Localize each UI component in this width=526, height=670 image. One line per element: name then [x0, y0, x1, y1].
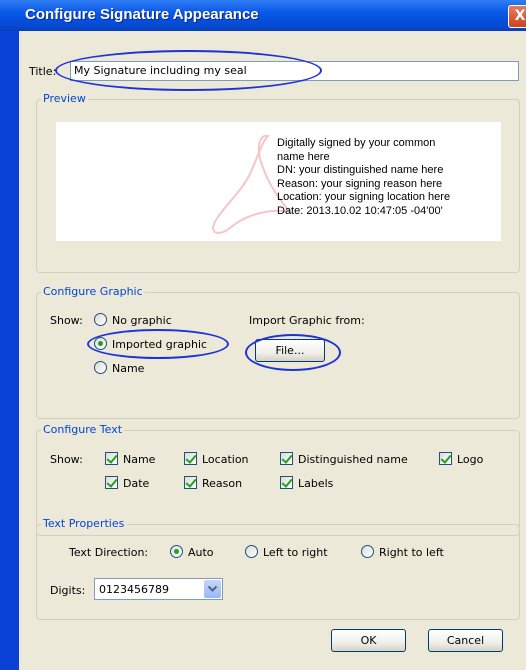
text-properties-group	[36, 524, 520, 620]
cancel-button[interactable]: Cancel	[428, 629, 503, 652]
digits-dropdown-button[interactable]	[204, 580, 221, 598]
preview-line: Location: your signing location here	[277, 191, 451, 204]
text-show-label: Show:	[50, 453, 83, 466]
checkbox-distinguished-name[interactable]	[280, 452, 293, 465]
digits-select[interactable]: 0123456789	[94, 578, 223, 600]
text-properties-legend: Text Properties	[41, 517, 127, 530]
preview-legend: Preview	[41, 92, 88, 105]
import-graphic-label: Import Graphic from:	[249, 314, 365, 327]
graphic-show-label: Show:	[50, 314, 83, 327]
radio-left-to-right-label[interactable]: Left to right	[263, 546, 328, 559]
annotation-ellipse-imported	[87, 329, 229, 359]
title-bar[interactable]: Configure Signature Appearance X	[0, 0, 526, 31]
dialog-body: Title: My Signature including my seal Pr…	[19, 31, 526, 670]
chevron-down-icon	[208, 586, 217, 592]
checkbox-name[interactable]	[105, 452, 118, 465]
radio-direction-auto[interactable]	[170, 545, 183, 558]
checkbox-date-label[interactable]: Date	[123, 477, 149, 490]
preview-text-block: Digitally signed by your common name her…	[277, 137, 450, 219]
checkbox-name-label[interactable]: Name	[123, 453, 155, 466]
close-icon: X	[514, 8, 526, 24]
radio-left-to-right[interactable]	[245, 545, 258, 558]
digits-label: Digits:	[50, 584, 86, 597]
checkbox-date[interactable]	[105, 476, 118, 489]
radio-no-graphic-label[interactable]: No graphic	[112, 314, 172, 327]
checkbox-logo[interactable]	[439, 452, 452, 465]
checkbox-labels-label[interactable]: Labels	[298, 477, 333, 490]
preview-line: Digitally signed by your common	[277, 137, 436, 149]
preview-line: DN: your distinguished name here	[277, 164, 444, 177]
preview-line: Reason: your signing reason here	[277, 177, 443, 190]
checkbox-location-label[interactable]: Location	[202, 453, 249, 466]
checkbox-reason-label[interactable]: Reason	[202, 477, 242, 490]
configure-text-legend: Configure Text	[41, 423, 125, 436]
window-title: Configure Signature Appearance	[25, 6, 259, 23]
text-direction-label: Text Direction:	[69, 546, 149, 559]
ok-button-label: OK	[360, 634, 377, 647]
checkbox-labels[interactable]	[280, 476, 293, 489]
ok-button[interactable]: OK	[331, 629, 406, 652]
radio-name[interactable]	[94, 361, 107, 374]
radio-right-to-left[interactable]	[361, 545, 374, 558]
digits-select-value: 0123456789	[99, 583, 169, 596]
radio-no-graphic[interactable]	[94, 313, 107, 326]
annotation-ellipse-file	[245, 334, 341, 371]
radio-right-to-left-label[interactable]: Right to left	[379, 546, 444, 559]
cancel-button-label: Cancel	[446, 634, 485, 647]
preview-line: Date: 2013.10.02 10:47:05 -04'00'	[277, 204, 443, 217]
radio-direction-auto-label[interactable]: Auto	[188, 546, 214, 559]
signature-preview: Digitally signed by your common name her…	[56, 122, 501, 241]
radio-name-label[interactable]: Name	[112, 362, 144, 375]
title-label: Title:	[29, 65, 57, 78]
checkbox-reason[interactable]	[184, 476, 197, 489]
configure-graphic-legend: Configure Graphic	[41, 285, 145, 298]
checkbox-location[interactable]	[184, 452, 197, 465]
checkbox-distinguished-name-label[interactable]: Distinguished name	[298, 453, 408, 466]
close-button[interactable]: X	[508, 5, 526, 28]
dialog-window: Configure Signature Appearance X Title: …	[0, 0, 526, 670]
annotation-ellipse-title	[55, 50, 322, 91]
checkbox-logo-label[interactable]: Logo	[457, 453, 483, 466]
preview-line: name here	[277, 150, 330, 163]
